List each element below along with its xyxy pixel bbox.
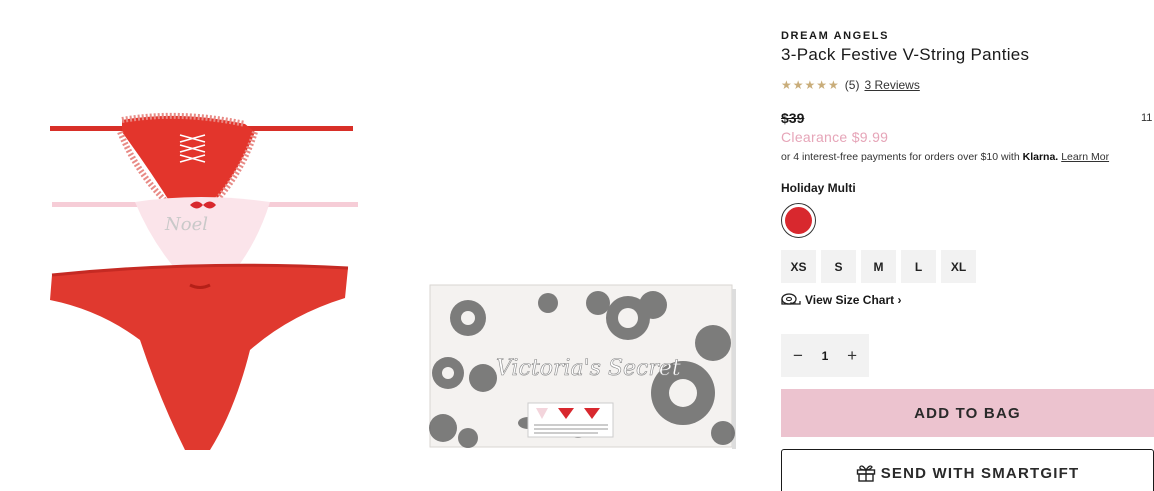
size-button-l[interactable]: L bbox=[901, 250, 936, 283]
klarna-logo: Klarna. bbox=[1022, 151, 1059, 163]
send-with-smartgift-button[interactable]: SEND WITH SMARTGIFT bbox=[781, 449, 1154, 491]
rating-count: (5) bbox=[844, 78, 860, 92]
klarna-text: or 4 interest-free payments for orders o… bbox=[781, 151, 1023, 163]
rating-row: ★★★★★ (5) 3 Reviews bbox=[781, 78, 920, 92]
size-chart-label: View Size Chart › bbox=[805, 293, 902, 307]
original-price: $39 bbox=[781, 110, 805, 126]
measuring-tape-icon bbox=[781, 293, 801, 305]
quantity-increase-button[interactable]: + bbox=[847, 346, 857, 366]
product-title: 3-Pack Festive V-String Panties bbox=[781, 45, 1030, 64]
swatch-fill bbox=[785, 207, 812, 234]
klarna-message: or 4 interest-free payments for orders o… bbox=[781, 151, 1109, 163]
size-button-s[interactable]: S bbox=[821, 250, 856, 283]
smartgift-label: SEND WITH SMARTGIFT bbox=[880, 464, 1080, 482]
klarna-learn-more-link[interactable]: Learn Mor bbox=[1061, 151, 1109, 163]
box-logo-text: Victoria's Secret bbox=[496, 356, 681, 381]
quantity-stepper: − 1 + bbox=[781, 334, 869, 377]
reviews-link[interactable]: 3 Reviews bbox=[864, 78, 919, 92]
product-brand: DREAM ANGELS bbox=[781, 30, 890, 42]
color-name: Holiday Multi bbox=[781, 181, 856, 195]
size-button-xl[interactable]: XL bbox=[941, 250, 976, 283]
product-image-panties[interactable]: Noel bbox=[40, 110, 370, 460]
add-to-bag-button[interactable]: ADD TO BAG bbox=[781, 389, 1154, 437]
svg-text:Noel: Noel bbox=[164, 214, 208, 235]
price-side-number: 11 bbox=[1141, 112, 1153, 124]
rating-stars-icon: ★★★★★ bbox=[781, 78, 840, 92]
quantity-value: 1 bbox=[821, 348, 829, 363]
size-button-xs[interactable]: XS bbox=[781, 250, 816, 283]
gift-icon bbox=[856, 465, 875, 482]
view-size-chart-link[interactable]: View Size Chart › bbox=[781, 293, 901, 307]
size-button-m[interactable]: M bbox=[861, 250, 896, 283]
quantity-decrease-button[interactable]: − bbox=[793, 346, 803, 366]
product-info-panel: DREAM ANGELS 3-Pack Festive V-String Pan… bbox=[781, 0, 1154, 491]
product-gallery: Noel Victoria's Secret bbox=[0, 0, 770, 491]
product-image-giftbox[interactable]: Victoria's Secret bbox=[428, 283, 738, 451]
color-swatch-holiday-multi[interactable] bbox=[781, 203, 816, 238]
clearance-price: Clearance $9.99 bbox=[781, 129, 889, 145]
size-selector: XS S M L XL bbox=[781, 250, 976, 283]
